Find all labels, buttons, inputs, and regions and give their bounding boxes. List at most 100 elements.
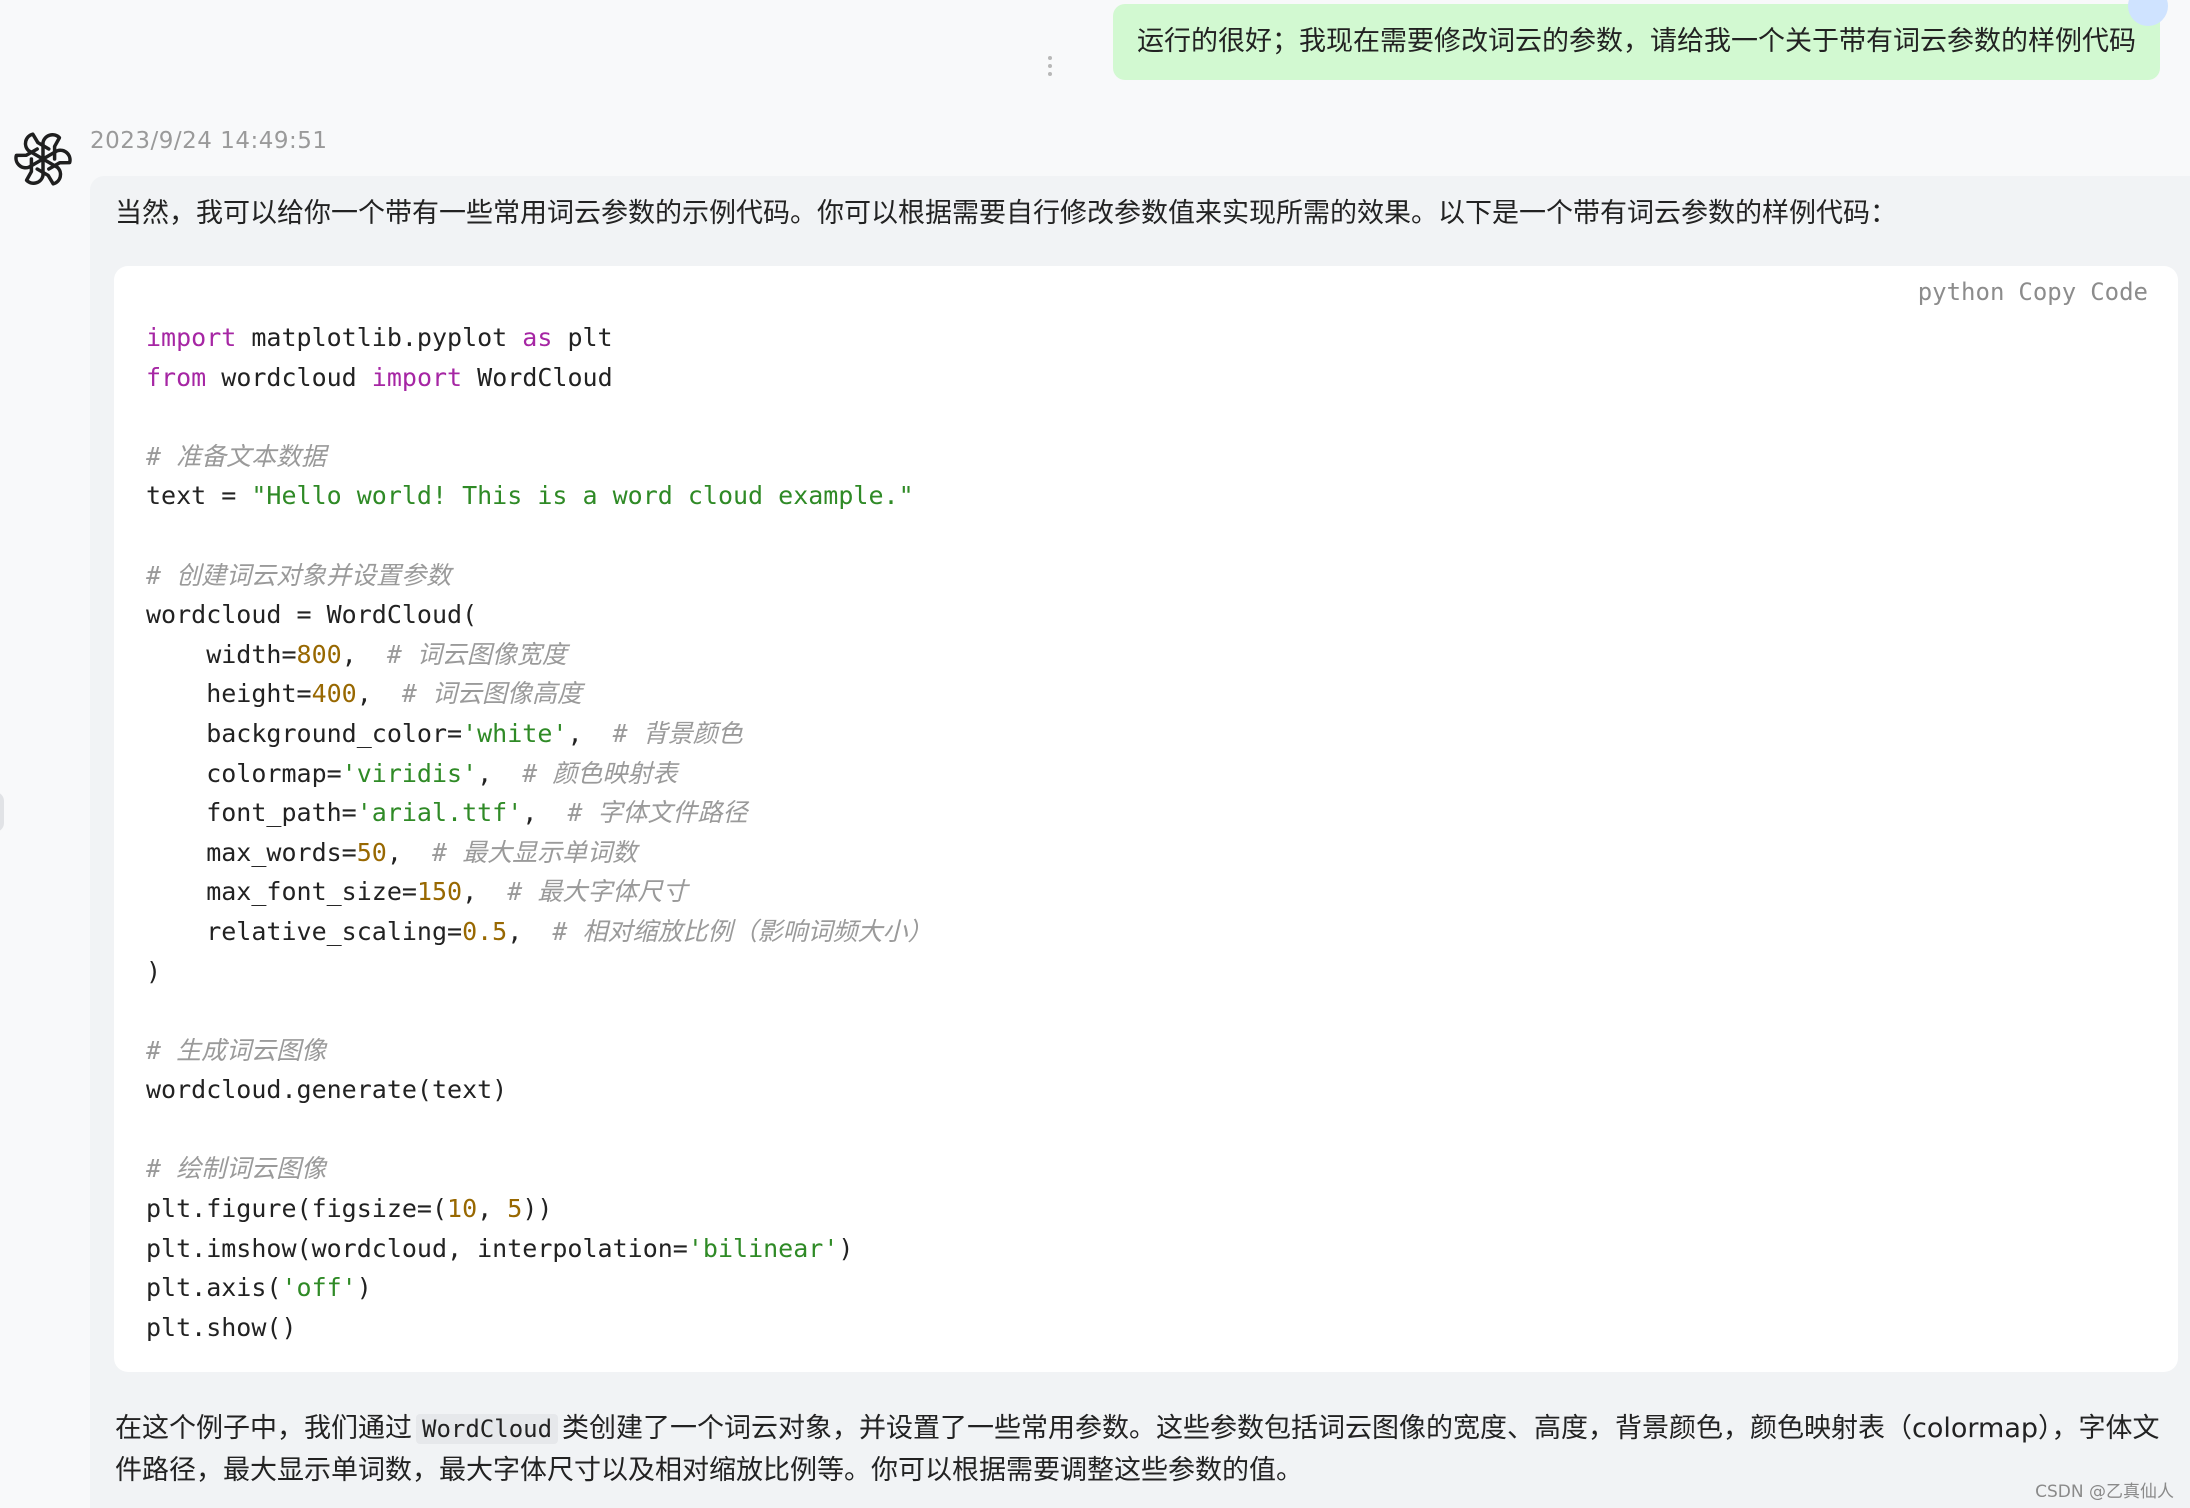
code-token-plain: , bbox=[507, 916, 553, 946]
code-token-kw: import bbox=[146, 323, 237, 352]
copy-code-button[interactable]: Copy bbox=[2018, 278, 2076, 306]
code-token-plain: wordcloud = WordCloud( bbox=[146, 600, 478, 630]
code-token-plain: max_words= bbox=[146, 837, 357, 867]
code-token-plain: text = bbox=[146, 481, 252, 511]
code-token-cm: # 最大字体尺寸 bbox=[507, 877, 688, 907]
code-toolbar: python Copy Code bbox=[1918, 278, 2148, 306]
code-block: python Copy Code import matplotlib.pyplo… bbox=[114, 266, 2178, 1372]
user-message-text: 运行的很好；我现在需要修改词云的参数，请给我一个关于带有词云参数的样例代码 bbox=[1137, 26, 2136, 57]
code-token-plain: , bbox=[462, 877, 508, 907]
code-token-cm: # 最大显示单词数 bbox=[431, 837, 638, 867]
code-token-plain: ) bbox=[146, 956, 162, 986]
outro-text-before: 在这个例子中，我们通过 bbox=[115, 1413, 412, 1444]
code-token-str: "Hello world! This is a word cloud examp… bbox=[251, 481, 914, 511]
code-token-cm: # 创建词云对象并设置参数 bbox=[146, 560, 452, 590]
code-line: relative_scaling=0.5, # 相对缩放比例（影响词频大小） bbox=[146, 912, 932, 952]
code-line: plt.figure(figsize=(10, 5)) bbox=[146, 1189, 933, 1229]
code-token-kw: as bbox=[522, 323, 553, 352]
code-token-plain: , bbox=[522, 798, 568, 828]
code-token-plain: width= bbox=[146, 639, 297, 669]
code-token-str: 'white' bbox=[462, 718, 568, 748]
code-line: height=400, # 词云图像高度 bbox=[146, 674, 933, 714]
message-timestamp: 2023/9/24 14:49:51 bbox=[90, 128, 328, 154]
code-token-cm: # 字体文件路径 bbox=[567, 798, 748, 828]
code-token-num: 50 bbox=[356, 837, 387, 867]
assistant-outro-text: 在这个例子中，我们通过 WordCloud 类创建了一个词云对象，并设置了一些常用参… bbox=[115, 1408, 2175, 1492]
code-token-cm: # 绘制词云图像 bbox=[146, 1154, 327, 1184]
code-line: wordcloud.generate(text) bbox=[146, 1070, 933, 1110]
code-token-plain: WordCloud bbox=[462, 362, 613, 392]
code-line: # 绘制词云图像 bbox=[146, 1149, 933, 1189]
code-token-cm: # 背景颜色 bbox=[612, 718, 743, 748]
inline-code-wordcloud: WordCloud bbox=[416, 1414, 559, 1444]
more-vertical-icon[interactable] bbox=[1048, 56, 1052, 76]
code-line: import matplotlib.pyplot as plt bbox=[146, 318, 933, 358]
assistant-message-card: 当然，我可以给你一个带有一些常用词云参数的示例代码。你可以根据需要自行修改参数值… bbox=[90, 176, 2190, 1508]
code-line: ) bbox=[146, 952, 933, 992]
user-message-row: 运行的很好；我现在需要修改词云的参数，请给我一个关于带有词云参数的样例代码 bbox=[1000, 0, 2168, 80]
code-line: width=800, # 词云图像宽度 bbox=[146, 635, 933, 675]
code-line: # 生成词云图像 bbox=[146, 1031, 933, 1071]
code-line: wordcloud = WordCloud( bbox=[146, 595, 933, 635]
code-token-plain: plt.axis( bbox=[146, 1273, 282, 1303]
openai-logo-icon bbox=[14, 130, 72, 188]
code-token-num: 5 bbox=[507, 1194, 523, 1224]
code-line: # 准备文本数据 bbox=[146, 437, 933, 477]
code-token-plain: wordcloud.generate(text) bbox=[146, 1075, 508, 1105]
code-token-cm: # 词云图像宽度 bbox=[386, 639, 567, 669]
code-token-plain: , bbox=[567, 718, 613, 748]
code-token-plain: plt bbox=[552, 323, 613, 352]
code-token-cm: # 词云图像高度 bbox=[401, 679, 582, 709]
code-token-plain: )) bbox=[522, 1194, 553, 1224]
code-line: max_words=50, # 最大显示单词数 bbox=[146, 833, 933, 873]
code-token-cm: # 颜色映射表 bbox=[522, 758, 678, 788]
code-token-cm: # 准备文本数据 bbox=[146, 441, 327, 471]
code-token-num: 0.5 bbox=[462, 916, 508, 946]
code-token-cm: # 生成词云图像 bbox=[146, 1035, 327, 1065]
code-token-str: 'bilinear' bbox=[687, 1233, 839, 1263]
code-token-plain: plt.show() bbox=[146, 1312, 297, 1342]
code-token-plain: colormap= bbox=[146, 758, 342, 788]
code-token-plain: plt.imshow(wordcloud, interpolation= bbox=[146, 1233, 688, 1263]
code-line: plt.show() bbox=[146, 1308, 933, 1348]
code-token-plain: ) bbox=[356, 1273, 372, 1303]
code-view-button[interactable]: Code bbox=[2090, 278, 2148, 306]
code-token-str: 'off' bbox=[281, 1273, 357, 1303]
code-token-str: 'viridis' bbox=[341, 758, 478, 788]
code-token-plain: height= bbox=[146, 679, 312, 709]
code-line: plt.imshow(wordcloud, interpolation='bil… bbox=[146, 1229, 933, 1269]
code-token-plain: , bbox=[477, 758, 523, 788]
code-token-plain: , bbox=[341, 639, 387, 669]
code-token-plain: relative_scaling= bbox=[146, 916, 463, 946]
code-line: plt.axis('off') bbox=[146, 1268, 933, 1308]
code-token-plain: max_font_size= bbox=[146, 877, 417, 907]
code-language-label: python bbox=[1917, 278, 2005, 306]
scroll-handle[interactable] bbox=[0, 792, 4, 832]
code-token-num: 400 bbox=[311, 679, 357, 709]
user-message-bubble: 运行的很好；我现在需要修改词云的参数，请给我一个关于带有词云参数的样例代码 bbox=[1113, 4, 2160, 80]
code-line: font_path='arial.ttf', # 字体文件路径 bbox=[146, 793, 933, 833]
code-token-plain: , bbox=[356, 679, 402, 709]
code-token-kw: from bbox=[146, 362, 207, 392]
code-token-plain: wordcloud bbox=[206, 362, 372, 392]
code-line: text = "Hello world! This is a word clou… bbox=[146, 476, 933, 516]
code-token-str: 'arial.ttf' bbox=[356, 798, 523, 828]
code-token-num: 10 bbox=[447, 1194, 478, 1224]
code-token-kw: import bbox=[371, 362, 463, 392]
code-token-plain: background_color= bbox=[146, 718, 463, 748]
code-token-plain: plt.figure(figsize=( bbox=[146, 1194, 448, 1224]
code-token-plain: , bbox=[477, 1194, 508, 1224]
code-line: colormap='viridis', # 颜色映射表 bbox=[146, 754, 933, 794]
code-line: max_font_size=150, # 最大字体尺寸 bbox=[146, 872, 933, 912]
code-token-plain: ) bbox=[838, 1233, 854, 1263]
code-line: background_color='white', # 背景颜色 bbox=[146, 714, 933, 754]
code-line: from wordcloud import WordCloud bbox=[146, 358, 933, 398]
code-content: import matplotlib.pyplot as plt from word… bbox=[146, 318, 933, 1347]
code-token-num: 800 bbox=[296, 639, 342, 669]
code-token-plain: , bbox=[386, 837, 432, 867]
assistant-intro-text: 当然，我可以给你一个带有一些常用词云参数的示例代码。你可以根据需要自行修改参数值… bbox=[115, 198, 1897, 229]
code-token-plain: font_path= bbox=[146, 798, 357, 828]
